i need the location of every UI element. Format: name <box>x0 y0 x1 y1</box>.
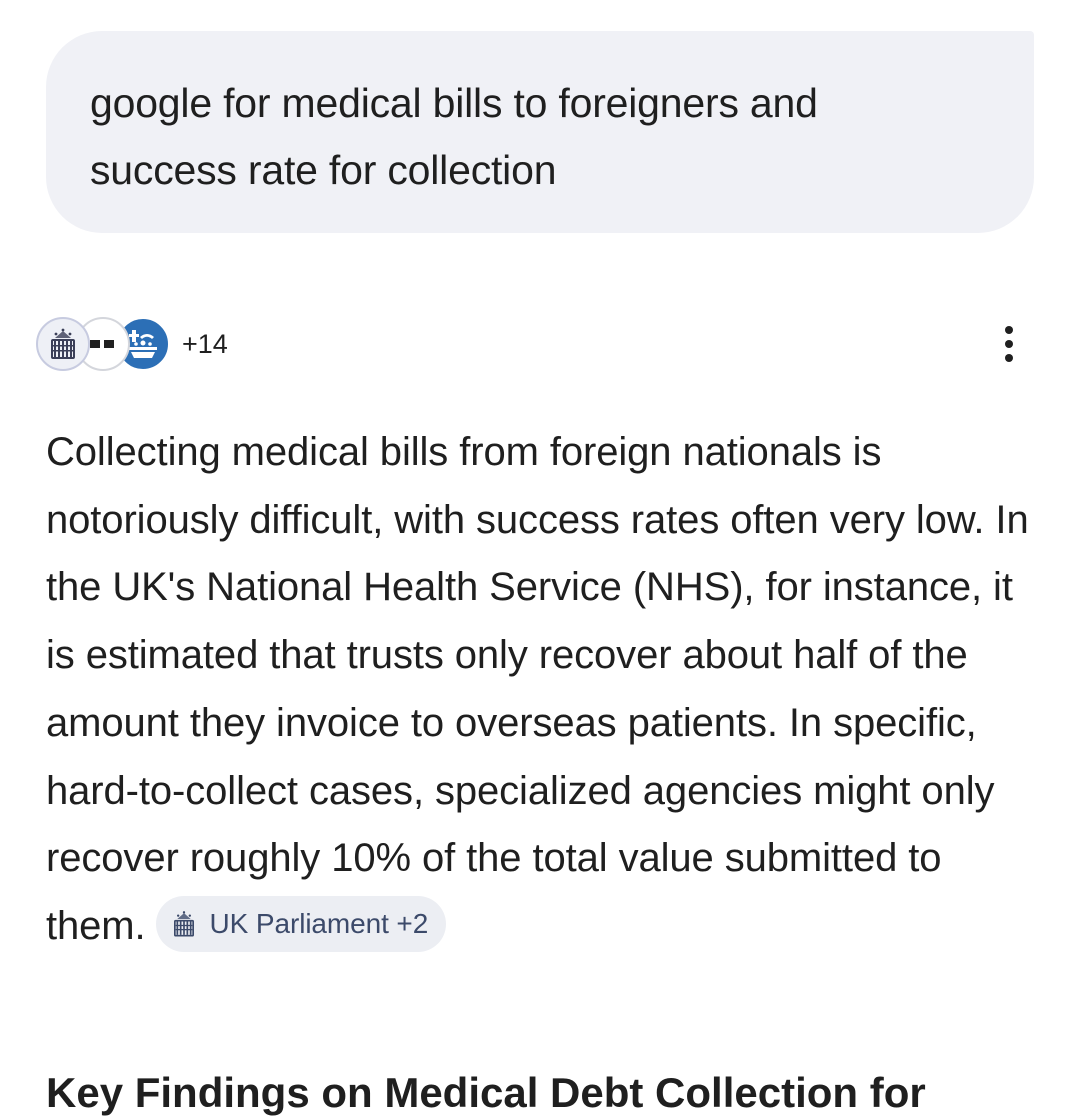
sources-row[interactable]: +14 <box>36 314 228 374</box>
citation-chip[interactable]: UK Parliament +2 <box>155 896 447 953</box>
section-heading: Key Findings on Medical Debt Collection … <box>46 1069 926 1116</box>
answer-paragraph: Collecting medical bills from foreign na… <box>46 419 1046 961</box>
user-query-line: success rate for collection <box>90 147 557 193</box>
kebab-dot <box>1005 354 1013 362</box>
uk-parliament-icon <box>36 317 90 371</box>
kebab-dot <box>1005 326 1013 334</box>
citation-chip-label: UK Parliament +2 <box>209 908 429 940</box>
user-query-text: google for medical bills to foreigners a… <box>90 70 990 204</box>
answer-tail: them. UK Parliament +2 <box>46 896 447 953</box>
kebab-dot <box>1005 340 1013 348</box>
user-query-bubble: google for medical bills to foreigners a… <box>46 31 1034 233</box>
answer-body: Collecting medical bills from foreign na… <box>46 430 1029 881</box>
answer-tail-text: them. <box>46 903 146 948</box>
more-sources-count[interactable]: +14 <box>182 329 228 360</box>
more-options-button[interactable] <box>994 322 1024 366</box>
uk-parliament-icon <box>168 908 200 940</box>
user-query-line: google for medical bills to foreigners a… <box>90 80 818 126</box>
